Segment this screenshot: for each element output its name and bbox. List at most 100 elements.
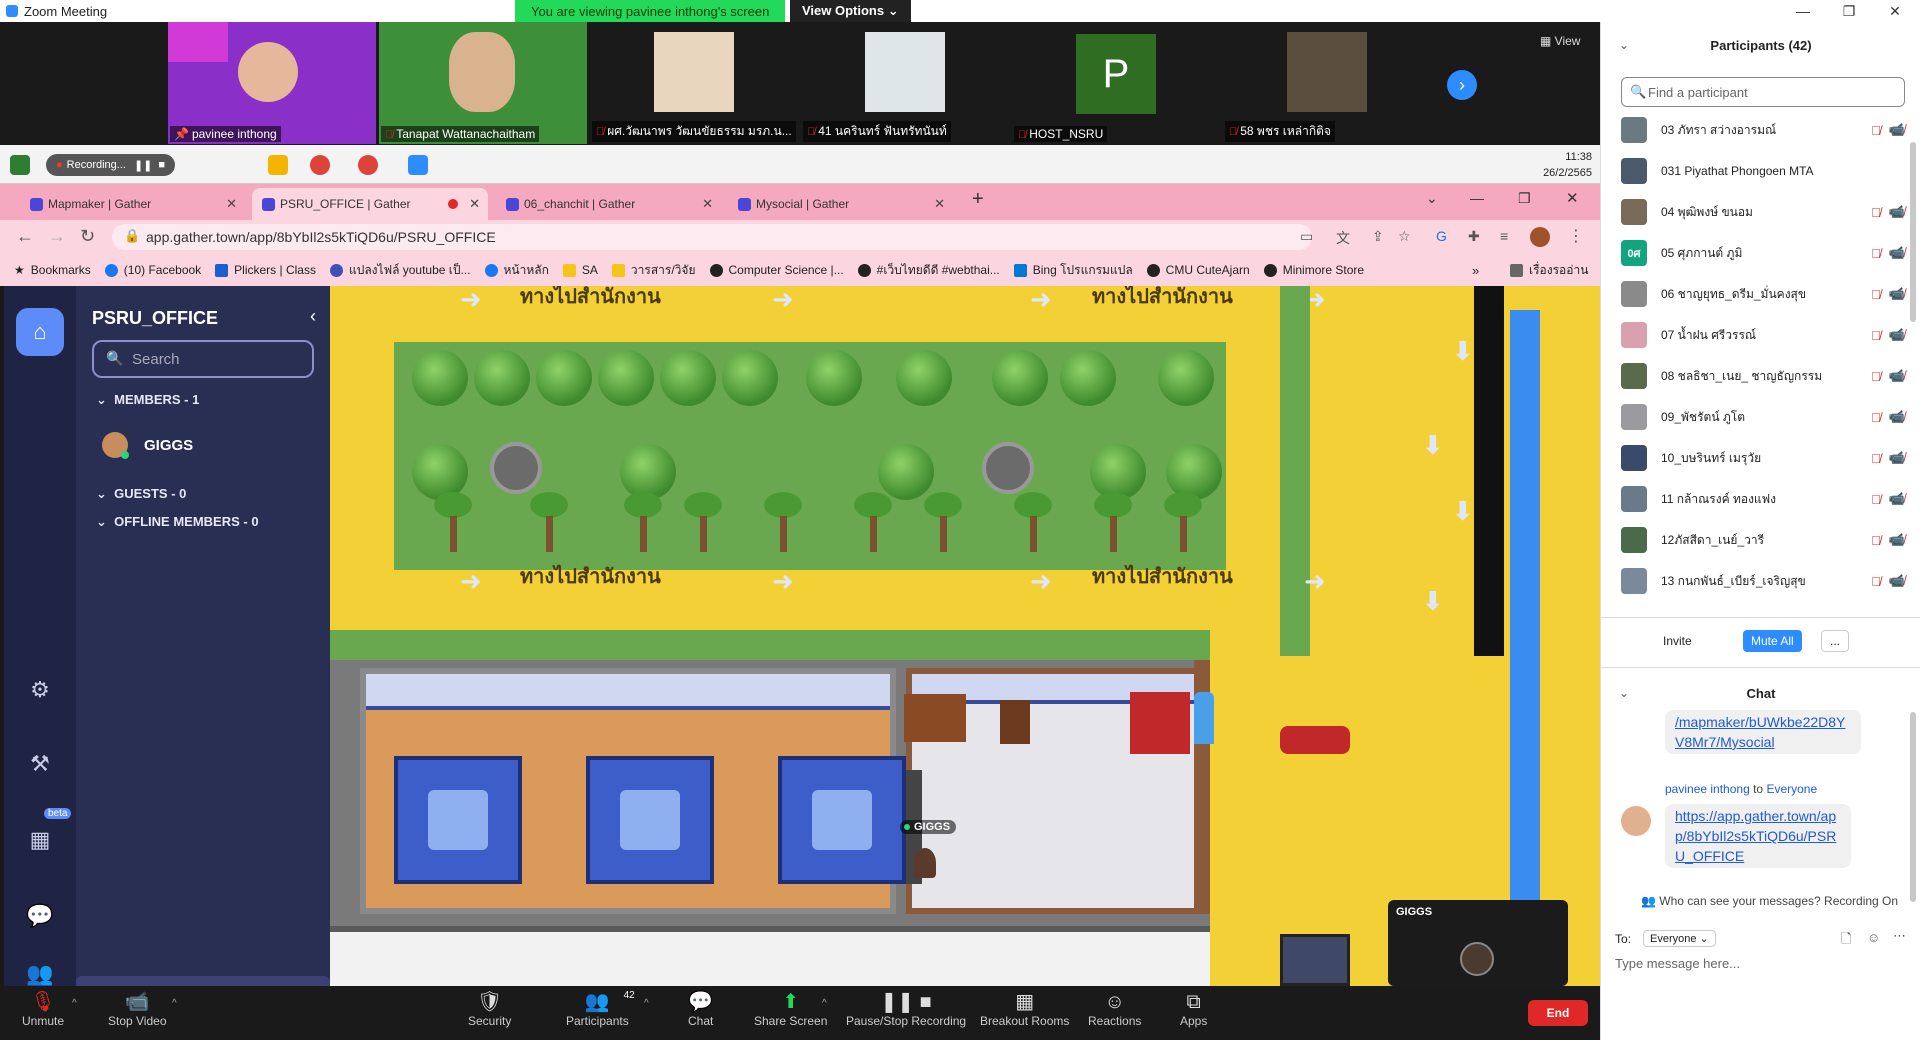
bookmark-item[interactable]: (10) Facebook bbox=[104, 263, 201, 277]
browser-tab[interactable]: Mysocial | Gather ✕ bbox=[728, 188, 953, 220]
address-bar[interactable]: 🔒 app.gather.town/app/8bYbIl2s5kTiQD6u/P… bbox=[112, 224, 1312, 250]
participant-row[interactable]: 03 ภัทรา สว่างอารมณ์ 🎙̸ 📹̸ bbox=[1621, 110, 1905, 150]
bookmark-item[interactable]: #เว็บไทยดีดี #webthai... bbox=[857, 261, 1000, 280]
participant-row[interactable]: 11 กล้าณรงค์ ทองแฟง 🎙̸ 📹̸ bbox=[1621, 479, 1905, 519]
mute-all-button[interactable]: Mute All bbox=[1743, 630, 1802, 652]
google-translate-icon[interactable]: G bbox=[1436, 228, 1447, 244]
unmute-button[interactable]: 🎙 Unmute bbox=[22, 990, 64, 1028]
chat-message-input[interactable]: Type message here... bbox=[1615, 956, 1740, 971]
chat-button[interactable]: 💬 Chat bbox=[688, 990, 713, 1028]
close-tab-icon[interactable]: ✕ bbox=[469, 196, 480, 212]
next-page-arrow-icon[interactable]: › bbox=[1447, 70, 1477, 100]
end-meeting-button[interactable]: End bbox=[1528, 1000, 1588, 1026]
profile-avatar[interactable] bbox=[1530, 227, 1550, 247]
more-options-icon[interactable]: ⋯ bbox=[1893, 928, 1906, 944]
close-tab-icon[interactable]: ✕ bbox=[226, 196, 237, 212]
collapse-panel-icon[interactable]: ‹ bbox=[310, 306, 316, 327]
browser-tab-active[interactable]: PSRU_OFFICE | Gather ✕ bbox=[252, 188, 488, 220]
share-icon[interactable]: ⇪ bbox=[1372, 228, 1384, 245]
player-avatar[interactable] bbox=[914, 848, 936, 878]
view-options-button[interactable]: View Options ⌄ bbox=[790, 0, 911, 22]
bookmark-item[interactable]: Plickers | Class bbox=[215, 263, 316, 277]
video-tile[interactable]: 🎙̸ 41 นครินทร์ ฟันทรัทนันท์ bbox=[801, 22, 1009, 144]
menu-kebab-icon[interactable]: ⋮ bbox=[1568, 226, 1584, 246]
message-visibility-note[interactable]: 👥 Who can see your messages? Recording O… bbox=[1641, 894, 1898, 908]
extensions-icon[interactable]: ✚ bbox=[1468, 228, 1480, 245]
new-tab-button[interactable]: + bbox=[972, 188, 984, 211]
gallery-view-button[interactable]: ▦ View bbox=[1540, 34, 1580, 48]
calendar-icon[interactable]: ▦ bbox=[22, 822, 58, 858]
bookmark-item[interactable]: Computer Science |... bbox=[709, 263, 844, 277]
bookmark-item[interactable]: SA bbox=[562, 263, 598, 277]
minimize-icon[interactable]: — bbox=[1470, 190, 1484, 206]
apps-button[interactable]: ⧉ Apps bbox=[1180, 990, 1207, 1028]
close-tab-icon[interactable]: ✕ bbox=[934, 196, 945, 212]
share-options-chevron-icon[interactable]: ^ bbox=[822, 998, 827, 1009]
folder-icon[interactable] bbox=[268, 155, 288, 175]
video-options-chevron-icon[interactable]: ^ bbox=[172, 998, 177, 1009]
participant-row[interactable]: 08 ชลธิชา_เนย_ ชาญธัญกรรม 🎙̸ 📹̸ bbox=[1621, 356, 1905, 396]
participants-options-chevron-icon[interactable]: ^ bbox=[644, 998, 649, 1009]
video-tile[interactable]: 🎙̸ ผศ.วัฒนาพร วัฒนขัยธรรม มรภ.น... bbox=[590, 22, 798, 144]
forward-arrow-icon[interactable]: → bbox=[48, 226, 66, 247]
chrome-icon[interactable] bbox=[310, 155, 330, 175]
recipient-select[interactable]: Everyone ⌄ bbox=[1643, 930, 1716, 947]
gear-icon[interactable]: ⚙ bbox=[22, 672, 58, 708]
restore-icon[interactable]: ❐ bbox=[1518, 190, 1531, 207]
minimize-icon[interactable]: — bbox=[1780, 0, 1826, 22]
participant-row[interactable]: 07 น้ำฝน ศรีวรรณ์ 🎙̸ 📹̸ bbox=[1621, 315, 1905, 355]
video-tile[interactable]: P 🎙̸ HOST_NSRU bbox=[1012, 22, 1220, 144]
file-icon[interactable]: 🗋 bbox=[1841, 930, 1851, 952]
camera-icon[interactable]: ▭ bbox=[1300, 228, 1313, 245]
build-hammer-icon[interactable]: ⚒ bbox=[22, 746, 58, 782]
emoji-icon[interactable]: ☺ bbox=[1867, 930, 1880, 945]
invite-button[interactable]: Invite bbox=[1651, 630, 1704, 652]
participants-scrollbar[interactable] bbox=[1910, 142, 1916, 322]
offline-section-header[interactable]: ⌄ OFFLINE MEMBERS - 0 bbox=[96, 514, 259, 530]
participant-row[interactable]: 031 Piyathat Phongoen MTA bbox=[1621, 151, 1905, 191]
zoom-icon[interactable] bbox=[408, 155, 428, 175]
self-video-overlay[interactable]: GIGGS bbox=[1388, 900, 1568, 986]
chat-link[interactable]: https://app.gather.town/app/8bYbIl2s5kTi… bbox=[1675, 808, 1836, 864]
recording-indicator[interactable]: ● Recording... ❚❚ ■ bbox=[46, 154, 176, 176]
video-tile[interactable]: 📌 pavinee inthong bbox=[168, 22, 376, 144]
participant-row[interactable]: 0ศ 05 ศุภกานต์ ภูมิ 🎙̸ 📹̸ bbox=[1621, 233, 1905, 273]
audio-options-chevron-icon[interactable]: ^ bbox=[72, 998, 77, 1009]
stop-video-button[interactable]: 📹 Stop Video bbox=[108, 990, 167, 1028]
security-button[interactable]: 🛡 Security bbox=[468, 990, 511, 1028]
members-section-header[interactable]: ⌄ MEMBERS - 1 bbox=[96, 392, 199, 408]
bookmark-star-icon[interactable]: ☆ bbox=[1398, 228, 1411, 245]
participant-row[interactable]: 09_พัชรัตน์ ภูโต 🎙̸ 📹̸ bbox=[1621, 397, 1905, 437]
participant-row[interactable]: 04 พุฒิพงษ์ ขนอม 🎙̸ 📹̸ bbox=[1621, 192, 1905, 232]
participants-button[interactable]: 👥 42 Participants bbox=[566, 990, 635, 1028]
reactions-button[interactable]: ☺ Reactions bbox=[1088, 990, 1141, 1028]
bookmark-item[interactable]: Minimore Store bbox=[1263, 263, 1364, 277]
member-search-input[interactable]: 🔍 Search bbox=[92, 340, 314, 378]
reload-icon[interactable]: ↻ bbox=[80, 226, 95, 247]
home-icon[interactable]: ⌂ bbox=[16, 308, 64, 356]
gather-game-map[interactable]: ทางไปสำนักงาน ทางไปสำนักงาน ➜ ➜ ➜ ➜ ทางไ… bbox=[330, 286, 1600, 986]
participant-row[interactable]: 06 ชาญยุทธ_ดรีม_มั่นคงสุข 🎙̸ 📹̸ bbox=[1621, 274, 1905, 314]
stop-icon[interactable]: ■ bbox=[158, 159, 165, 171]
shield-icon[interactable] bbox=[10, 155, 30, 175]
guests-section-header[interactable]: ⌄ GUESTS - 0 bbox=[96, 486, 186, 502]
reading-queue-icon[interactable]: ≡ bbox=[1500, 228, 1508, 244]
pause-icon[interactable]: ❚❚ bbox=[134, 159, 152, 172]
close-tab-icon[interactable]: ✕ bbox=[702, 196, 713, 212]
share-screen-button[interactable]: ⬆ Share Screen bbox=[754, 990, 827, 1028]
more-bookmarks-icon[interactable]: » bbox=[1472, 263, 1479, 278]
back-arrow-icon[interactable]: ← bbox=[16, 226, 34, 247]
bookmark-item[interactable]: ★ Bookmarks bbox=[14, 263, 91, 277]
video-tile[interactable]: 🎙̸ 58 พชร เหล่ากิติจ bbox=[1223, 22, 1431, 144]
close-icon[interactable]: ✕ bbox=[1872, 0, 1918, 22]
find-participant-input[interactable]: 🔍 Find a participant bbox=[1621, 77, 1905, 107]
bookmark-item[interactable]: หน้าหลัก bbox=[484, 261, 549, 280]
chat-link[interactable]: /mapmaker/bUWkbe22D8YV8Mr7/Mysocial bbox=[1675, 714, 1845, 750]
people-icon[interactable]: 👥 bbox=[22, 961, 58, 986]
participant-row[interactable]: 10_บษรินทร์ เมรุวัย 🎙̸ 📹̸ bbox=[1621, 438, 1905, 478]
bookmark-item[interactable]: Bing โปรแกรมแปล bbox=[1013, 261, 1133, 280]
chrome-icon[interactable] bbox=[358, 155, 378, 175]
bookmark-item[interactable]: แปลงไฟล์ youtube เป็... bbox=[329, 261, 471, 280]
video-tile[interactable]: 🎙̸ Tanapat Wattanachaitham bbox=[379, 22, 587, 144]
translate-icon[interactable]: 文 bbox=[1336, 228, 1350, 248]
